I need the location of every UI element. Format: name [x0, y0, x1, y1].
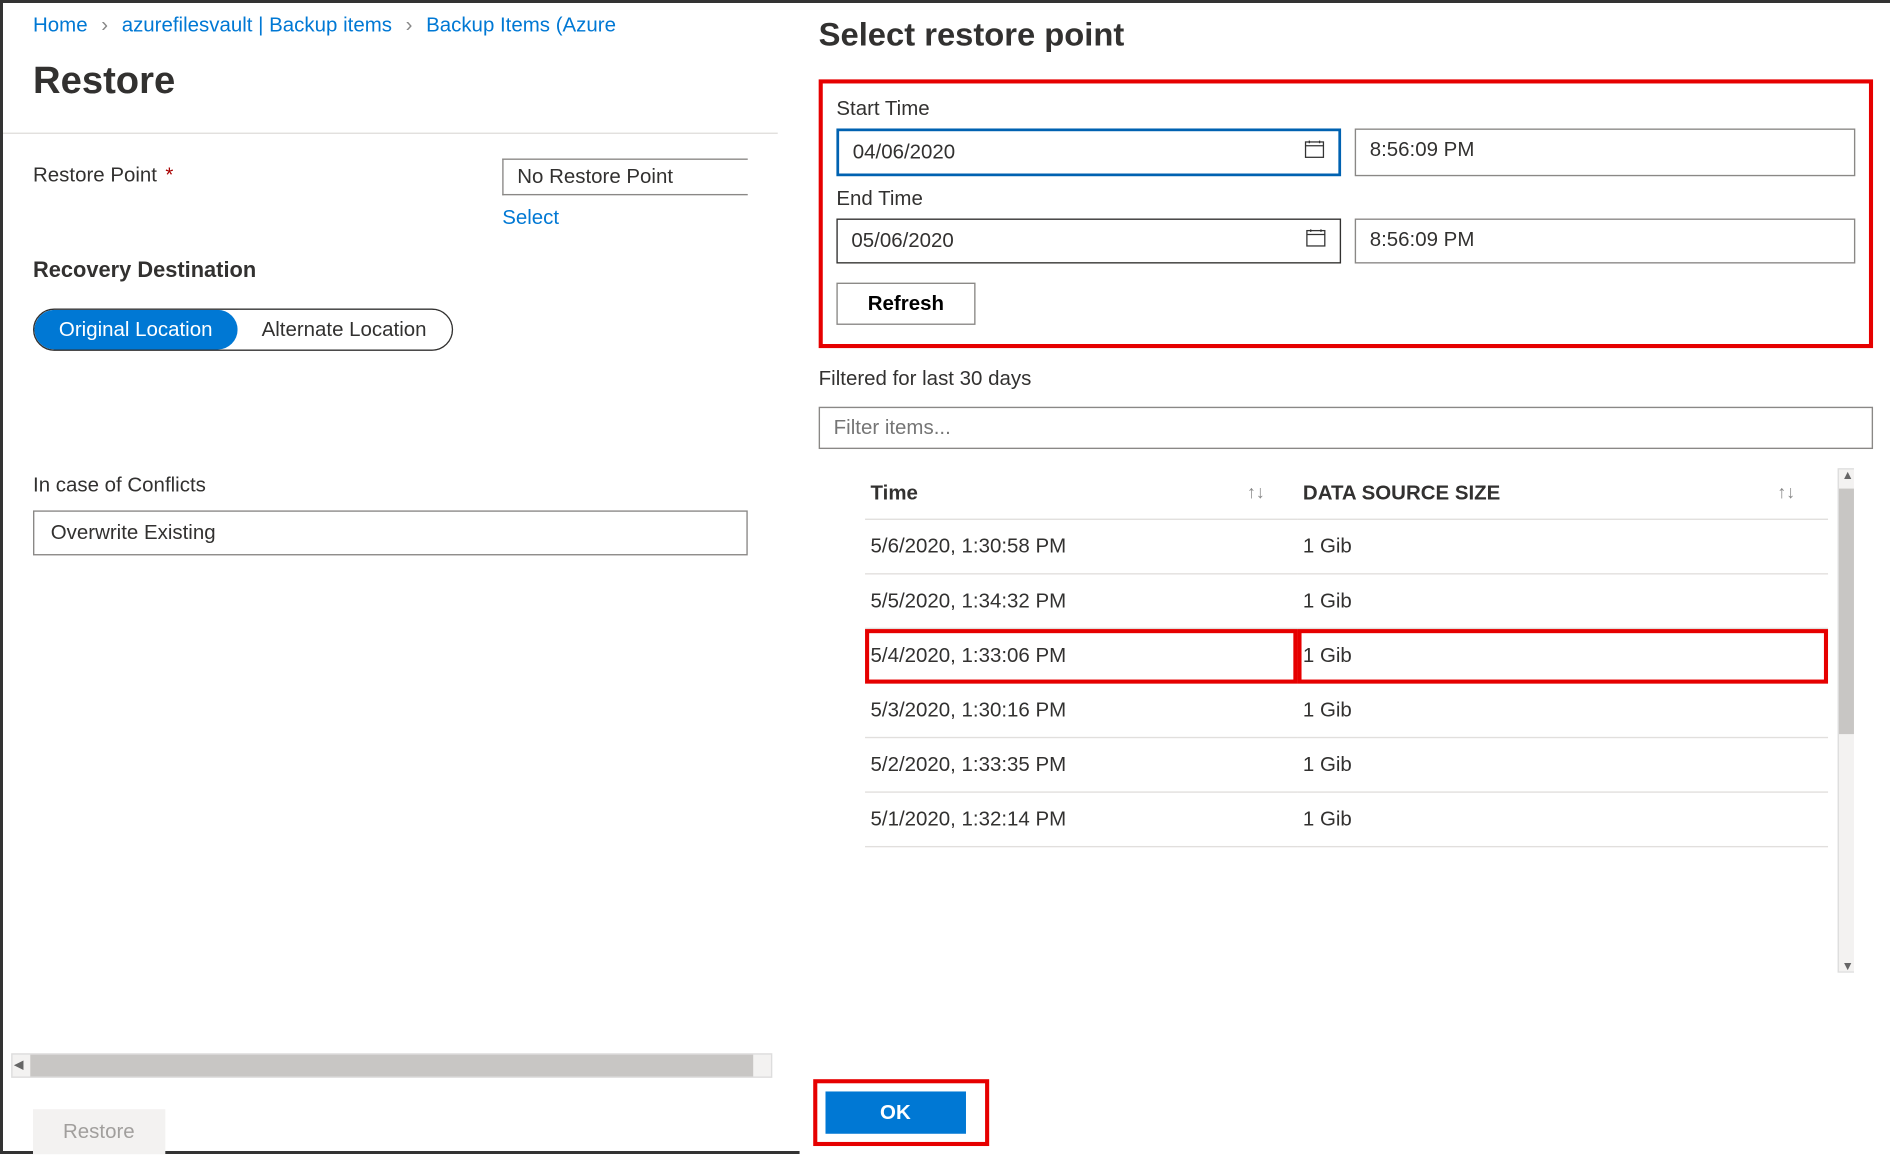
- page-title: Restore: [33, 59, 748, 103]
- cell-size: 1 Gib: [1297, 792, 1827, 847]
- col-time[interactable]: Time↑↓: [865, 468, 1297, 519]
- sort-icon: ↑↓: [1247, 482, 1265, 502]
- table-row[interactable]: 5/6/2020, 1:30:58 PM1 Gib: [865, 519, 1828, 574]
- filter-summary: Filtered for last 30 days: [819, 367, 1873, 390]
- required-asterisk: *: [165, 164, 173, 187]
- filter-items-input[interactable]: [819, 407, 1873, 449]
- chevron-icon: ›: [406, 14, 413, 37]
- conflicts-label: In case of Conflicts: [33, 474, 748, 497]
- cell-time: 5/1/2020, 1:32:14 PM: [865, 792, 1297, 847]
- restore-points-table: Time↑↓ DATA SOURCE SIZE↑↓ 5/6/2020, 1:30…: [865, 468, 1828, 847]
- time-filter-block: Start Time 04/06/2020 8:56:09 PM End Tim…: [819, 79, 1873, 348]
- panel-title: Select restore point: [819, 17, 1873, 55]
- end-date-input[interactable]: 05/06/2020: [836, 219, 1341, 264]
- cell-size: 1 Gib: [1297, 683, 1827, 738]
- cell-time: 5/6/2020, 1:30:58 PM: [865, 519, 1297, 574]
- recovery-destination-label: Recovery Destination: [33, 259, 748, 284]
- toggle-alternate-location[interactable]: Alternate Location: [237, 310, 451, 350]
- toggle-original-location[interactable]: Original Location: [34, 310, 237, 350]
- start-date-input[interactable]: 04/06/2020: [836, 128, 1341, 176]
- chevron-icon: ›: [101, 14, 108, 37]
- cell-size: 1 Gib: [1297, 519, 1827, 574]
- end-time-label: End Time: [836, 187, 1855, 210]
- cell-size: 1 Gib: [1297, 738, 1827, 793]
- table-row[interactable]: 5/4/2020, 1:33:06 PM1 Gib: [865, 628, 1828, 683]
- cell-size: 1 Gib: [1297, 628, 1827, 683]
- restore-pane: Restore Restore Point * No Restore Point…: [3, 43, 778, 556]
- sort-icon: ↑↓: [1777, 482, 1795, 502]
- restore-point-label: Restore Point: [33, 164, 157, 187]
- horizontal-scrollbar[interactable]: [11, 1053, 772, 1078]
- conflicts-dropdown[interactable]: Overwrite Existing: [33, 510, 748, 555]
- table-row[interactable]: 5/5/2020, 1:34:32 PM1 Gib: [865, 574, 1828, 629]
- cell-time: 5/5/2020, 1:34:32 PM: [865, 574, 1297, 629]
- restore-button[interactable]: Restore: [33, 1109, 165, 1154]
- breadcrumb-home[interactable]: Home: [33, 14, 88, 37]
- start-time-label: Start Time: [836, 97, 1855, 120]
- ok-button[interactable]: OK: [825, 1091, 965, 1133]
- breadcrumb-vault[interactable]: azurefilesvault | Backup items: [122, 14, 392, 37]
- select-restore-point-panel: Select restore point Start Time 04/06/20…: [800, 3, 1890, 1157]
- calendar-icon: [1304, 139, 1324, 165]
- destination-toggle: Original Location Alternate Location: [33, 309, 452, 351]
- restore-point-value: No Restore Point: [502, 158, 748, 195]
- col-size[interactable]: DATA SOURCE SIZE↑↓: [1297, 468, 1827, 519]
- cell-time: 5/2/2020, 1:33:35 PM: [865, 738, 1297, 793]
- end-time-input[interactable]: 8:56:09 PM: [1355, 219, 1856, 264]
- refresh-button[interactable]: Refresh: [836, 283, 975, 325]
- calendar-icon: [1306, 228, 1326, 254]
- table-row[interactable]: 5/3/2020, 1:30:16 PM1 Gib: [865, 683, 1828, 738]
- table-row[interactable]: 5/1/2020, 1:32:14 PM1 Gib: [865, 792, 1828, 847]
- vertical-scrollbar[interactable]: [1838, 468, 1857, 973]
- breadcrumb-items[interactable]: Backup Items (Azure: [426, 14, 616, 37]
- select-restore-point-link[interactable]: Select: [502, 206, 748, 229]
- cell-size: 1 Gib: [1297, 574, 1827, 629]
- cell-time: 5/3/2020, 1:30:16 PM: [865, 683, 1297, 738]
- cell-time: 5/4/2020, 1:33:06 PM: [865, 628, 1297, 683]
- start-time-input[interactable]: 8:56:09 PM: [1355, 128, 1856, 176]
- table-row[interactable]: 5/2/2020, 1:33:35 PM1 Gib: [865, 738, 1828, 793]
